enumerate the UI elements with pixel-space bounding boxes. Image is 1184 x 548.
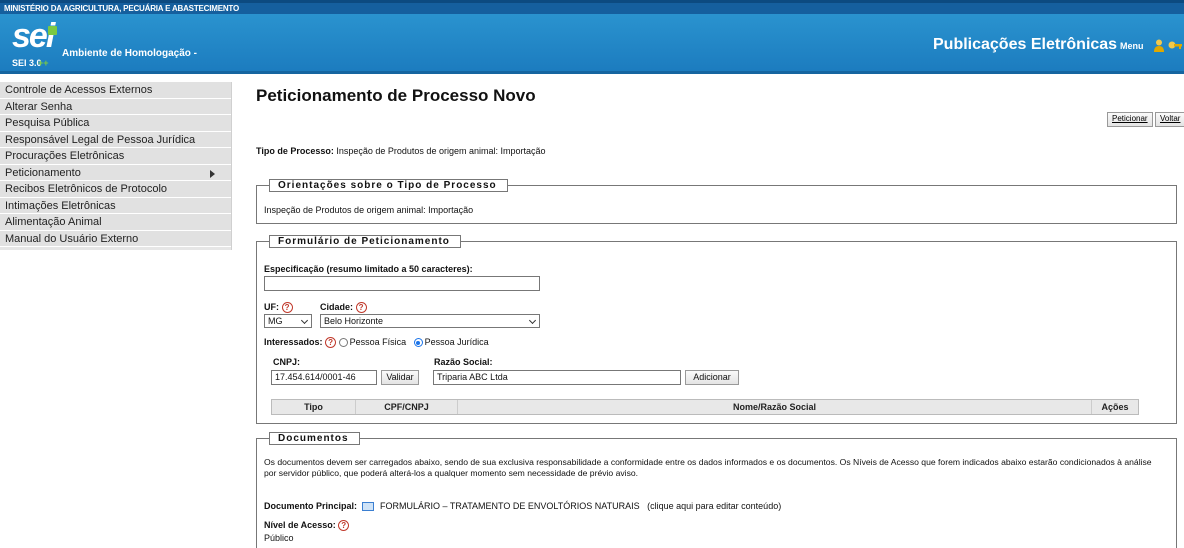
sei-logo[interactable]: sei — [12, 18, 55, 54]
pessoa-juridica-label: Pessoa Jurídica — [424, 337, 489, 347]
help-icon[interactable]: ? — [281, 302, 293, 314]
chevron-right-icon — [210, 169, 215, 178]
sidebar-item-pesquisa-publica[interactable]: Pesquisa Pública — [0, 115, 231, 132]
tipo-processo-value: Inspeção de Produtos de origem animal: I… — [336, 146, 546, 156]
sidebar-item-peticionamento[interactable]: Peticionamento — [0, 164, 231, 181]
adicionar-button[interactable]: Adicionar — [685, 370, 739, 385]
environment-label: Ambiente de Homologação - — [62, 48, 198, 59]
column-acoes: Ações — [1101, 402, 1129, 412]
sidebar-item-alterar-senha[interactable]: Alterar Senha — [0, 98, 231, 115]
page-title: Peticionamento de Processo Novo — [256, 86, 536, 105]
sidebar-item-label: Peticionamento — [5, 166, 81, 179]
validar-button[interactable]: Validar — [381, 370, 419, 385]
menu-button[interactable]: Menu — [1120, 41, 1144, 51]
interessados-label: Interessados: — [264, 337, 323, 347]
uf-value: MG — [268, 316, 283, 326]
column-cpf-cnpj: CPF/CNPJ — [356, 400, 458, 414]
uf-field-label: UF: ? — [264, 302, 293, 314]
sidebar-item-controle-acessos[interactable]: Controle de Acessos Externos — [0, 82, 231, 99]
orientacoes-legend: Orientações sobre o Tipo de Processo — [269, 179, 508, 192]
tipo-processo-row: Tipo de Processo: Inspeção de Produtos d… — [256, 146, 546, 156]
formulario-fieldset: Formulário de Peticionamento Especificaç… — [256, 235, 1177, 424]
chevron-down-icon — [528, 316, 537, 325]
documento-principal-hint: (clique aqui para editar conteúdo) — [647, 501, 782, 511]
user-icon[interactable] — [1154, 39, 1164, 52]
pessoa-juridica-radio[interactable] — [413, 338, 423, 348]
nivel-acesso-label: Nível de Acesso: — [264, 520, 336, 530]
razao-social-input[interactable]: Triparia ABC Ltda — [433, 370, 681, 385]
cnpj-label: CNPJ: — [273, 357, 301, 367]
cidade-label: Cidade: — [320, 302, 354, 312]
sidebar-item-alimentacao-animal[interactable]: Alimentação Animal — [0, 214, 231, 231]
cidade-field-label: Cidade: ? — [320, 302, 367, 314]
documentos-fieldset: Documentos Os documentos devem ser carre… — [256, 432, 1177, 548]
tipo-processo-label: Tipo de Processo: — [256, 146, 334, 156]
uf-select[interactable]: MG — [264, 314, 312, 328]
orientacoes-text: Inspeção de Produtos de origem animal: I… — [264, 205, 474, 215]
logo-mark-icon — [48, 26, 57, 35]
sidebar-menu: Controle de Acessos Externos Alterar Sen… — [0, 82, 232, 250]
cidade-value: Belo Horizonte — [324, 316, 384, 326]
cidade-select[interactable]: Belo Horizonte — [320, 314, 540, 328]
pessoa-fisica-radio[interactable] — [338, 338, 348, 348]
peticionar-button[interactable]: Peticionar — [1107, 112, 1153, 127]
voltar-button[interactable]: Voltar — [1155, 112, 1184, 127]
sidebar-item-responsavel-legal[interactable]: Responsável Legal de Pessoa Jurídica — [0, 131, 231, 148]
help-icon[interactable]: ? — [355, 302, 367, 314]
uf-label: UF: — [264, 302, 279, 312]
help-icon[interactable]: ? — [325, 337, 337, 349]
version-plus-label: ++ — [38, 58, 49, 68]
documento-principal-row: Documento Principal: FORMULÁRIO – TRATAM… — [264, 501, 782, 512]
column-tipo: Tipo — [272, 400, 356, 414]
nivel-acesso-label-row: Nível de Acesso: ? — [264, 520, 350, 532]
interessados-row: Interessados: ? Pessoa Física Pessoa Jur… — [264, 337, 489, 349]
organization-name: MINISTÉRIO DA AGRICULTURA, PECUÁRIA E AB… — [4, 4, 239, 13]
interessados-table-header: Tipo CPF/CNPJ Nome/Razão Social Ações — [271, 399, 1139, 415]
pessoa-fisica-label: Pessoa Física — [349, 337, 407, 347]
especificacao-label: Especificação (resumo limitado a 50 cara… — [264, 264, 473, 274]
column-nome: Nome/Razão Social — [458, 400, 1092, 414]
especificacao-input[interactable] — [264, 276, 540, 291]
orientacoes-fieldset: Orientações sobre o Tipo de Processo Ins… — [256, 179, 1177, 224]
document-icon[interactable] — [361, 502, 374, 512]
razao-social-label: Razão Social: — [434, 357, 493, 367]
documentos-legend: Documentos — [269, 432, 360, 445]
nivel-acesso-value: Público — [264, 533, 294, 543]
sidebar-item-procuracoes[interactable]: Procurações Eletrônicas — [0, 148, 231, 165]
sidebar-item-manual[interactable]: Manual do Usuário Externo — [0, 230, 231, 247]
documento-principal-label: Documento Principal: — [264, 501, 358, 511]
header-title: Publicações Eletrônicas — [933, 36, 1118, 53]
cnpj-input[interactable]: 17.454.614/0001-46 — [271, 370, 377, 385]
documento-principal-link[interactable]: FORMULÁRIO – TRATAMENTO DE ENVOLTÓRIOS N… — [380, 501, 640, 511]
main-content: Peticionamento de Processo Novo Peticion… — [240, 82, 1184, 548]
top-bar: MINISTÉRIO DA AGRICULTURA, PECUÁRIA E AB… — [0, 0, 1184, 14]
sidebar-item-intimacoes[interactable]: Intimações Eletrônicas — [0, 197, 231, 214]
header: sei Ambiente de Homologação - SEI 3.0 ++… — [0, 14, 1184, 74]
sidebar-item-recibos[interactable]: Recibos Eletrônicos de Protocolo — [0, 181, 231, 198]
formulario-legend: Formulário de Peticionamento — [269, 235, 461, 248]
help-icon[interactable]: ? — [338, 520, 350, 532]
key-icon[interactable] — [1168, 39, 1182, 52]
documentos-text: Os documentos devem ser carregados abaix… — [264, 457, 1152, 478]
chevron-down-icon — [300, 316, 309, 325]
